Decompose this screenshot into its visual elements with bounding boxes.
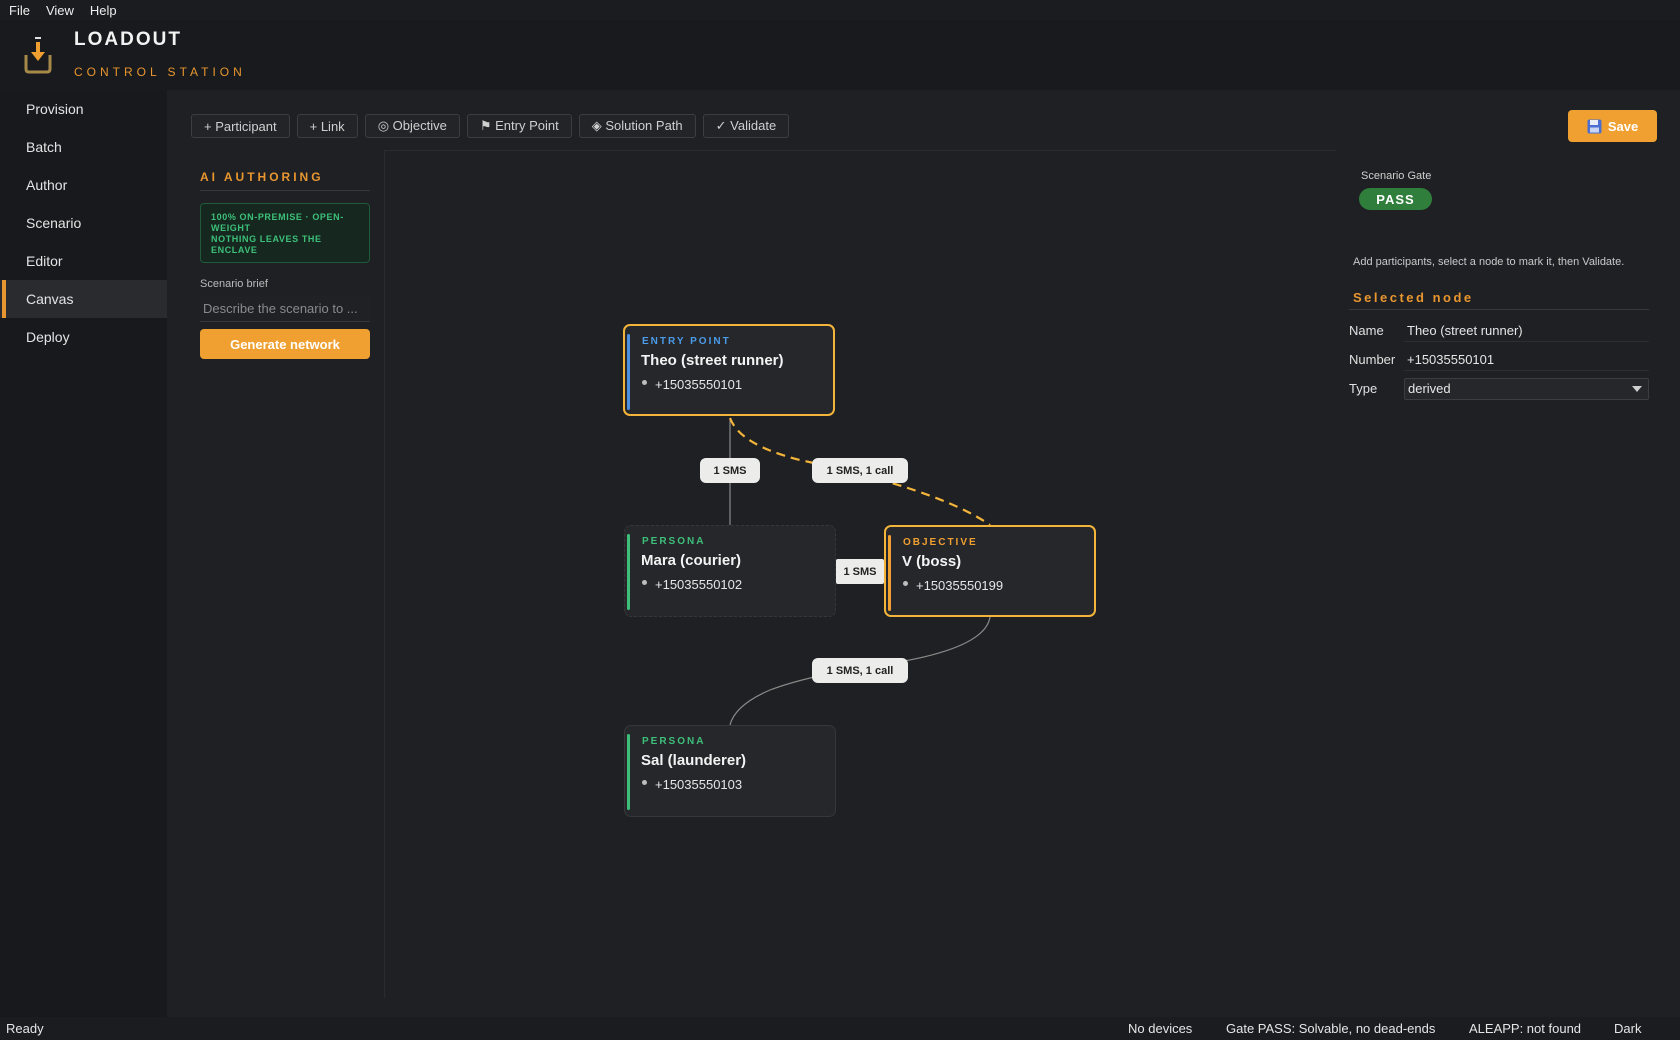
edge-label-theo-mara[interactable]: 1 SMS: [700, 458, 760, 483]
status-ready: Ready: [6, 1021, 44, 1036]
on-premise-notice-line1: 100% ON-PREMISE · OPEN-WEIGHT: [211, 212, 344, 233]
menu-view[interactable]: View: [46, 3, 74, 18]
ai-authoring-panel: AI AUTHORING 100% ON-PREMISE · OPEN-WEIG…: [200, 170, 370, 359]
number-field[interactable]: +15035550101: [1404, 349, 1649, 371]
on-premise-notice-line2: NOTHING LEAVES THE ENCLAVE: [211, 234, 322, 255]
add-participant-button[interactable]: + Participant: [191, 114, 290, 138]
app-header: LOADOUT CONTROL STATION: [0, 20, 1680, 90]
name-label: Name: [1349, 323, 1384, 338]
inspector-panel: Scenario Gate PASS Add participants, sel…: [1349, 170, 1649, 403]
generate-network-button[interactable]: Generate network: [200, 329, 370, 359]
node-accent-bar: [627, 734, 630, 810]
type-label: Type: [1349, 381, 1378, 396]
node-accent-bar: [627, 534, 630, 610]
sidebar-item-editor[interactable]: Editor: [0, 242, 167, 280]
chevron-down-icon: [1632, 385, 1642, 392]
download-box-icon: [24, 37, 52, 74]
status-dot-icon: [642, 780, 647, 785]
node-objective-v[interactable]: OBJECTIVE V (boss) +15035550199: [884, 525, 1096, 617]
sidebar: Provision Batch Author Scenario Editor C…: [0, 90, 167, 1017]
canvas-toolbar: + Participant + Link ◎ Objective ⚑ Entry…: [191, 114, 790, 138]
node-persona-mara[interactable]: PERSONA Mara (courier) +15035550102: [624, 525, 836, 617]
status-aleapp: ALEAPP: not found: [1469, 1021, 1582, 1036]
add-link-button[interactable]: + Link: [296, 114, 358, 138]
sidebar-item-author[interactable]: Author: [0, 166, 167, 204]
number-label: Number: [1349, 352, 1396, 367]
name-row: Name Theo (street runner): [1349, 316, 1649, 345]
status-dot-icon: [903, 581, 908, 586]
node-name: Theo (street runner): [641, 352, 784, 369]
node-kind: ENTRY POINT: [642, 336, 731, 347]
save-button[interactable]: Save: [1568, 110, 1657, 142]
name-field[interactable]: Theo (street runner): [1404, 320, 1649, 342]
floppy-disk-icon: [1587, 119, 1602, 133]
node-number: +15035550101: [655, 377, 743, 392]
node-kind: PERSONA: [642, 736, 706, 747]
validate-button[interactable]: ✓ Validate: [702, 114, 790, 138]
node-accent-bar: [888, 535, 891, 611]
scenario-brief-label: Scenario brief: [200, 278, 268, 290]
node-number: +15035550102: [655, 577, 743, 592]
scenario-gate-label: Scenario Gate: [1361, 170, 1432, 182]
node-kind: PERSONA: [642, 536, 706, 547]
sidebar-item-deploy[interactable]: Deploy: [0, 318, 167, 356]
objective-button[interactable]: ◎ Objective: [364, 114, 460, 138]
sidebar-item-scenario[interactable]: Scenario: [0, 204, 167, 242]
node-entry-point[interactable]: ENTRY POINT Theo (street runner) +150355…: [623, 324, 835, 416]
node-accent-bar: [627, 334, 630, 410]
ai-authoring-title: AI AUTHORING: [200, 170, 370, 191]
status-dot-icon: [642, 380, 647, 385]
type-select-value: derived: [1408, 381, 1451, 396]
type-select[interactable]: derived: [1404, 377, 1649, 400]
entry-point-button[interactable]: ⚑ Entry Point: [466, 114, 572, 138]
edge-label-theo-v[interactable]: 1 SMS, 1 call: [812, 458, 908, 483]
selected-node-title: Selected node: [1349, 290, 1649, 310]
status-bar: Ready No devices Gate PASS: Solvable, no…: [0, 1017, 1680, 1040]
gate-status-badge: PASS: [1359, 188, 1432, 210]
status-gate: Gate PASS: Solvable, no dead-ends: [1226, 1021, 1436, 1036]
status-devices: No devices: [1128, 1021, 1193, 1036]
menu-file[interactable]: File: [9, 3, 30, 18]
node-kind: OBJECTIVE: [903, 537, 978, 548]
node-name: V (boss): [902, 553, 962, 570]
node-name: Sal (launderer): [641, 752, 747, 769]
status-dot-icon: [642, 580, 647, 585]
menu-help[interactable]: Help: [90, 3, 117, 18]
edge-label-mara-v[interactable]: 1 SMS: [836, 559, 884, 584]
solution-path-button[interactable]: ◈ Solution Path: [578, 114, 696, 138]
inspector-hint: Add participants, select a node to mark …: [1353, 256, 1625, 268]
node-number: +15035550199: [916, 578, 1004, 593]
node-persona-sal[interactable]: PERSONA Sal (launderer) +15035550103: [624, 725, 836, 817]
save-label: Save: [1607, 118, 1639, 134]
app-title: LOADOUT: [74, 29, 182, 50]
number-row: Number +15035550101: [1349, 345, 1649, 374]
sidebar-item-provision[interactable]: Provision: [0, 90, 167, 128]
sidebar-item-canvas[interactable]: Canvas: [0, 280, 167, 318]
app-subtitle: CONTROL STATION: [74, 65, 246, 79]
theme-toggle[interactable]: Dark: [1614, 1021, 1641, 1036]
scenario-brief-input[interactable]: [200, 296, 370, 322]
node-number: +15035550103: [655, 777, 743, 792]
on-premise-notice: 100% ON-PREMISE · OPEN-WEIGHT NOTHING LE…: [200, 203, 370, 263]
sidebar-item-batch[interactable]: Batch: [0, 128, 167, 166]
menu-bar: File View Help: [0, 0, 1680, 20]
type-row: Type derived: [1349, 374, 1649, 403]
node-name: Mara (courier): [641, 552, 742, 569]
edge-label-v-sal[interactable]: 1 SMS, 1 call: [812, 658, 908, 683]
